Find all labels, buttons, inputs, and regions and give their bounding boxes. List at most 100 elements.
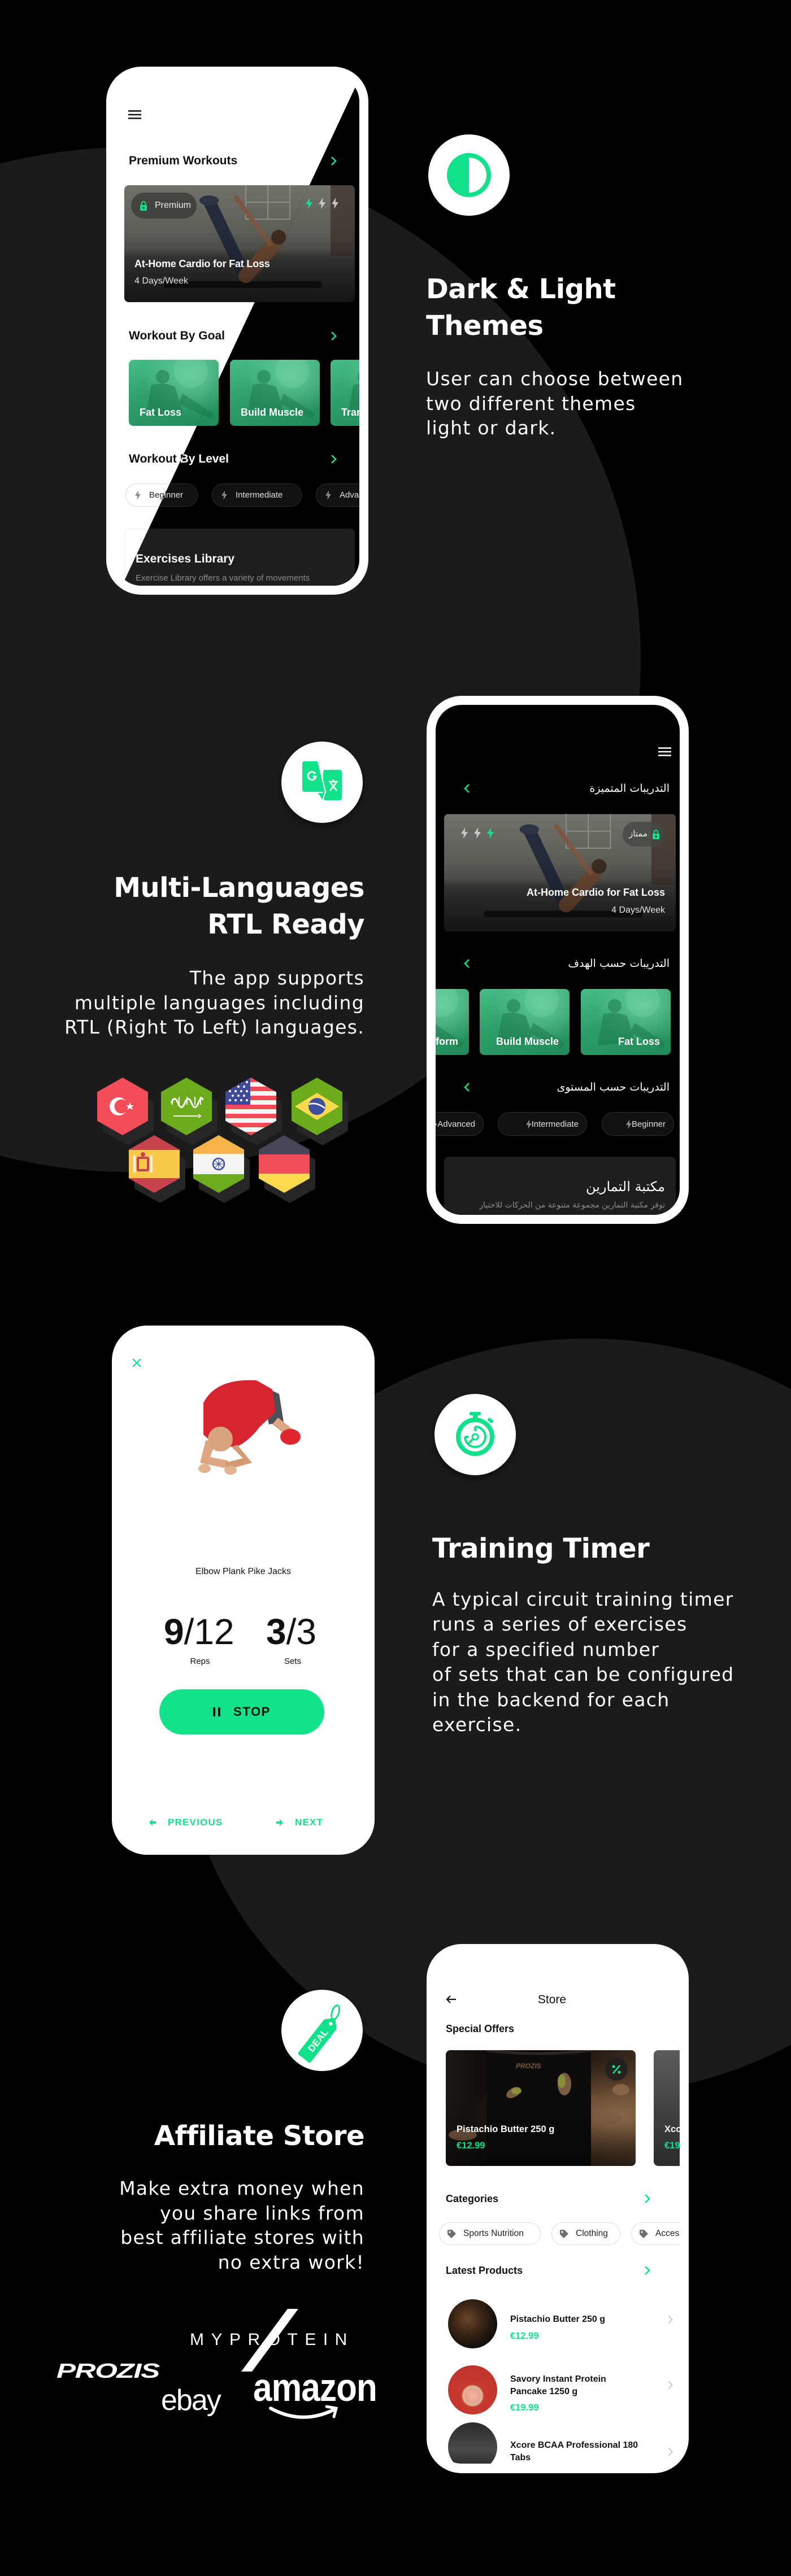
phone-mockup-rtl-demo: التدريبات المتميزة ممتاز At-Home Cardio …	[427, 696, 689, 1224]
goal-label: Fat Loss	[140, 407, 182, 418]
feature-description-line: Make extra money when	[119, 2177, 364, 2199]
offer-card[interactable]: Xco €19	[654, 2050, 680, 2166]
offer-name: Pistachio Butter 250 g	[457, 2124, 555, 2134]
level-chip-advanced[interactable]: Advanced	[316, 483, 359, 507]
home-screen: Premium Workouts Premium At-Home Cardio …	[115, 76, 359, 586]
sets-label: Sets	[284, 1657, 301, 1666]
category-chip-sports-nutrition[interactable]: Sports Nutrition	[439, 2222, 541, 2245]
sets-counter: 3/3	[266, 1614, 316, 1650]
exercises-library-card[interactable]: مكتبة التمارين توفر مكتبة التمارين مجموع…	[444, 1157, 676, 1215]
feature-title-line: RTL Ready	[207, 909, 364, 940]
product-name[interactable]: Savory Instant Protein Pancake 1250 g	[510, 2373, 642, 2398]
next-button-label: NEXT	[295, 1817, 324, 1828]
feature-title-line: Themes	[426, 310, 544, 342]
product-thumbnail[interactable]	[448, 2299, 497, 2348]
feature-description-line: RTL (Right To Left) languages.	[64, 1016, 364, 1038]
feature-description-line: in the backend for each	[432, 1688, 670, 1711]
premium-badge: Premium	[131, 193, 197, 219]
level-chip-label: Intermediate	[236, 490, 283, 500]
exercise-name: Elbow Plank Pike Jacks	[195, 1567, 291, 1576]
goal-card-build-muscle[interactable]: Build Muscle	[230, 360, 320, 426]
chevron-right-icon[interactable]	[331, 156, 337, 166]
feature-description-line: light or dark.	[426, 417, 557, 439]
pause-icon	[213, 1707, 221, 1716]
chevron-right-icon[interactable]	[668, 2315, 673, 2324]
special-offers-title: Special Offers	[446, 2023, 515, 2034]
exercises-library-card[interactable]: Exercises Library Exercise Library offer…	[124, 529, 355, 586]
stop-button[interactable]: STOP	[159, 1689, 324, 1734]
store-title: Store	[537, 1993, 567, 2006]
level-chip-intermediate[interactable]: Intermediate	[498, 1112, 587, 1136]
chevron-left-icon[interactable]	[464, 1082, 470, 1092]
sets-total: 3	[296, 1611, 316, 1652]
product-name[interactable]: Xcore BCAA Professional 180 Tabs	[510, 2439, 642, 2464]
chevron-right-icon[interactable]	[644, 2194, 650, 2204]
hamburger-menu-icon[interactable]	[128, 110, 141, 119]
myprotein-logo: MYPROTEIN	[190, 2330, 354, 2349]
chevron-right-icon[interactable]	[668, 2381, 673, 2390]
goal-label: Fat Loss	[618, 1036, 660, 1047]
premium-workout-card[interactable]: ممتاز At-Home Cardio for Fat Loss 4 Days…	[444, 814, 676, 932]
feature-description-line: best affiliate stores with	[120, 2226, 364, 2249]
feature-description-line: for a specified number	[432, 1638, 660, 1660]
phone-mockup-store: Store Special Offers PROZIS Pistachio Bu…	[427, 1944, 689, 2473]
translate-icon	[302, 761, 342, 801]
feature-title: Affiliate Store	[0, 2118, 365, 2155]
feature-description: User can choose between two different th…	[426, 367, 684, 441]
category-chip-clothing[interactable]: Clothing	[551, 2222, 620, 2245]
chevron-right-icon[interactable]	[331, 331, 337, 341]
reps-counter: 9/12	[164, 1614, 234, 1650]
level-chip-label: Intermediate	[531, 1119, 579, 1129]
goal-label: Transform	[341, 407, 359, 418]
intensity-bolt-icon	[319, 198, 325, 209]
feature-title-line: Training Timer	[432, 1533, 650, 1564]
category-chip-accessories[interactable]: Accessories	[631, 2222, 680, 2245]
feature-description-line: of sets that can be configured	[432, 1663, 734, 1686]
goal-card-build-muscle[interactable]: Build Muscle	[480, 989, 570, 1055]
goal-card-transform[interactable]: Transform	[331, 360, 359, 426]
feature-icon-badge	[281, 742, 363, 823]
offer-card[interactable]: PROZIS Pistachio Butter 250 g €12.99	[446, 2050, 636, 2166]
feature-description-line: you share links from	[160, 2202, 364, 2224]
feature-description-line: The app supports	[189, 967, 364, 989]
stop-button-label: STOP	[233, 1705, 271, 1719]
separator: /	[286, 1611, 297, 1652]
arrow-right-icon	[276, 1819, 283, 1826]
product-name[interactable]: Pistachio Butter 250 g	[510, 2313, 642, 2326]
level-chip-intermediate[interactable]: Intermediate	[212, 483, 302, 507]
reps-current: 9	[164, 1611, 184, 1652]
bolt-icon	[135, 490, 141, 500]
close-icon[interactable]	[132, 1358, 142, 1368]
product-price: €12.99	[510, 2331, 539, 2341]
premium-badge-label: Premium	[155, 200, 192, 210]
intensity-bolt-icon	[487, 827, 494, 839]
feature-title-line: Dark & Light	[426, 273, 616, 305]
feature-icon-badge: DEAL	[281, 1990, 363, 2071]
chevron-right-icon[interactable]	[668, 2447, 673, 2456]
previous-button[interactable]: PREVIOUS	[149, 1816, 223, 1829]
chevron-right-icon[interactable]	[331, 454, 337, 464]
premium-badge: ممتاز	[623, 822, 664, 847]
previous-button-label: PREVIOUS	[168, 1817, 223, 1828]
level-chip-beginner[interactable]: Beginner	[602, 1112, 674, 1136]
theme-contrast-icon	[447, 153, 491, 197]
offer-name: Xco	[664, 2124, 680, 2134]
level-chip-advanced[interactable]: Advanced	[436, 1112, 484, 1136]
library-description: Exercise Library offers a variety of mov…	[136, 573, 310, 583]
chevron-right-icon[interactable]	[644, 2265, 650, 2276]
prozis-logo: PROZIS	[56, 2359, 160, 2382]
product-thumbnail[interactable]	[448, 2365, 497, 2414]
amazon-smile-icon	[269, 2405, 338, 2419]
goal-card-transform[interactable]: Transform	[436, 989, 469, 1055]
library-title: Exercises Library	[136, 552, 235, 565]
chevron-left-icon[interactable]	[464, 783, 470, 794]
premium-badge-label: ممتاز	[628, 829, 647, 839]
goal-card-fat-loss[interactable]: Fat Loss	[581, 989, 671, 1055]
sets-current: 3	[266, 1611, 286, 1652]
next-button[interactable]: NEXT	[276, 1816, 323, 1829]
product-thumbnail[interactable]	[448, 2422, 497, 2464]
hamburger-menu-icon[interactable]	[658, 747, 671, 756]
tag-icon	[447, 2229, 456, 2238]
chevron-left-icon[interactable]	[464, 958, 470, 969]
feature-description: The app supports multiple languages incl…	[0, 966, 364, 1040]
